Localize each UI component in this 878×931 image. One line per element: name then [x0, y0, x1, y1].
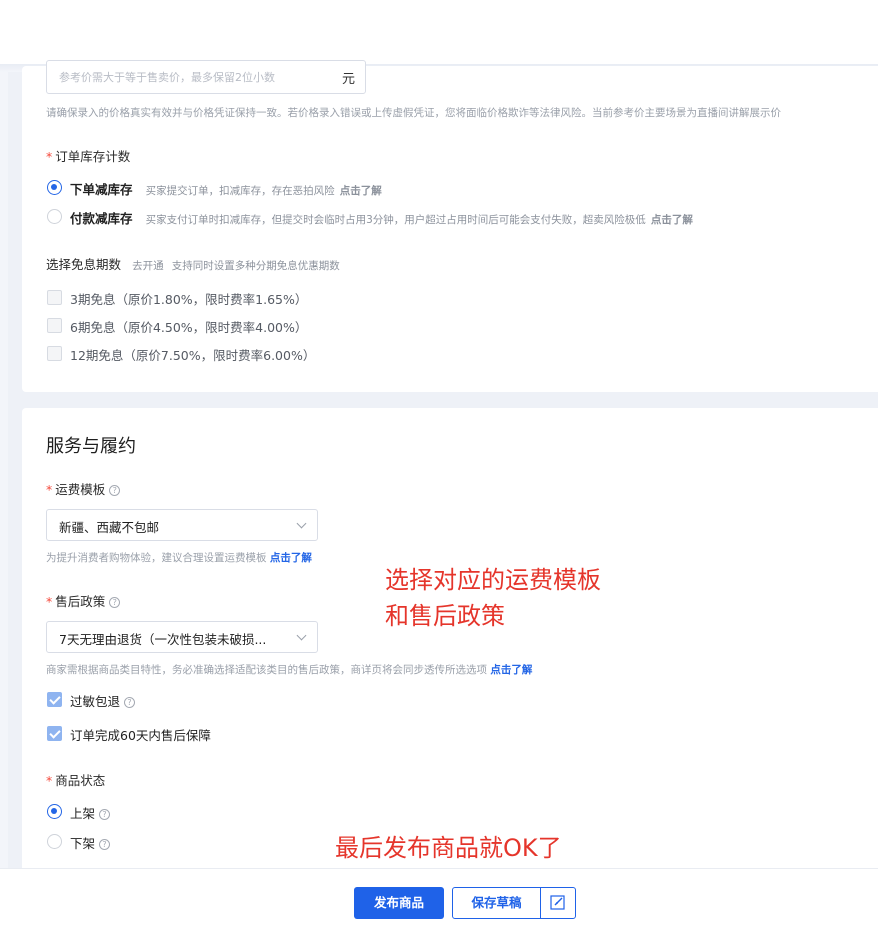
shipping-label-text: 运费模板: [55, 482, 106, 497]
installment-desc: 支持同时设置多种分期免息优惠期数: [171, 260, 340, 272]
installment-option-12: 12期免息（原价7.50%，限时费率6.00%）: [70, 348, 316, 363]
stock-option-payment: 付款减库存 买家支付订单时扣减库存，但提交时会临时占用3分钟，用户超过占用时间后…: [70, 208, 693, 227]
aftersale-60days-option: 订单完成60天内售后保障: [70, 728, 211, 743]
annotation-line3: 最后发布商品就OK了: [335, 834, 562, 862]
status-off-shelf-text: 下架: [70, 836, 96, 851]
enable-installment-link[interactable]: 去开通: [132, 260, 164, 272]
required-star: *: [46, 149, 53, 164]
stock-option-desc: 买家支付订单时扣减库存，但提交时会临时占用3分钟，用户超过占用时间后可能会支付失…: [145, 214, 646, 226]
installment-option-3: 3期免息（原价1.80%，限时费率1.65%）: [70, 292, 308, 307]
aftersale-60days-checkbox[interactable]: [47, 726, 62, 741]
stock-radio-payment[interactable]: [47, 209, 62, 224]
installment-option-6: 6期免息（原价4.50%，限时费率4.00%）: [70, 320, 308, 335]
edit-draft-button[interactable]: [541, 888, 575, 918]
aftersale-label: * 售后政策?: [46, 591, 121, 610]
chevron-down-icon: [296, 518, 307, 529]
aftersale-policy-select[interactable]: 7天无理由退货（一次性包装未破损...: [46, 621, 318, 653]
status-label: * 商品状态: [46, 770, 105, 789]
help-icon[interactable]: ?: [99, 839, 111, 850]
stock-label-text: 订单库存计数: [55, 149, 131, 164]
learn-more-link[interactable]: 点击了解: [270, 552, 312, 564]
aftersale-hint-text: 商家需根据商品类目特性，务必准确选择适配该类目的售后政策，商详页将会同步透传所选…: [46, 664, 487, 676]
reference-price-input[interactable]: 参考价需大于等于售卖价，最多保留2位小数 元: [46, 60, 366, 94]
status-on-shelf-text: 上架: [70, 806, 96, 821]
pricing-card: 参考价需大于等于售卖价，最多保留2位小数 元 请确保录入的价格真实有效并与价格凭…: [22, 60, 878, 392]
status-label-text: 商品状态: [55, 773, 106, 788]
installment-checkbox-12[interactable]: [47, 346, 62, 361]
shipping-label: * 运费模板?: [46, 479, 121, 498]
save-draft-button[interactable]: 保存草稿: [453, 888, 541, 918]
section-title: 服务与履约: [46, 436, 136, 457]
help-icon[interactable]: ?: [109, 597, 121, 608]
price-hint: 请确保录入的价格真实有效并与价格凭证保持一致。若价格录入错误或上传虚假凭证，您将…: [46, 107, 781, 119]
learn-more-link[interactable]: 点击了解: [490, 664, 532, 676]
publish-button[interactable]: 发布商品: [354, 887, 444, 919]
aftersale-label-text: 售后政策: [55, 594, 106, 609]
stock-option-title: 下单减库存: [70, 182, 133, 197]
help-icon[interactable]: ?: [109, 485, 121, 496]
allergy-refund-checkbox[interactable]: [47, 692, 62, 707]
allergy-refund-text: 过敏包退: [70, 694, 121, 709]
learn-more-link[interactable]: 点击了解: [340, 185, 382, 197]
installment-label: 选择免息期数: [46, 257, 122, 272]
stock-option-order: 下单减库存 买家提交订单，扣减库存，存在恶拍风险 点击了解: [70, 179, 382, 198]
aftersale-hint: 商家需根据商品类目特性，务必准确选择适配该类目的售后政策，商详页将会同步透传所选…: [46, 662, 532, 677]
service-card: 服务与履约 * 运费模板? 新疆、西藏不包邮 为提升消费者购物体验，建议合理设置运…: [22, 408, 878, 878]
required-star: *: [46, 482, 53, 497]
price-placeholder: 参考价需大于等于售卖价，最多保留2位小数: [59, 71, 275, 84]
learn-more-link[interactable]: 点击了解: [651, 214, 693, 226]
chevron-down-icon: [296, 630, 307, 641]
status-option-on-shelf: 上架?: [70, 803, 111, 822]
shipping-template-value: 新疆、西藏不包邮: [59, 520, 160, 535]
draft-button-group: 保存草稿: [452, 887, 576, 919]
shipping-hint: 为提升消费者购物体验，建议合理设置运费模板 点击了解: [46, 550, 312, 565]
annotation-line1: 选择对应的运费模板: [385, 566, 601, 594]
installment-checkbox-3[interactable]: [47, 290, 62, 305]
installment-checkbox-6[interactable]: [47, 318, 62, 333]
aftersale-policy-value: 7天无理由退货（一次性包装未破损...: [59, 632, 267, 647]
stock-option-title: 付款减库存: [70, 211, 133, 226]
top-bar-area: [0, 0, 878, 64]
help-icon[interactable]: ?: [99, 809, 111, 820]
required-star: *: [46, 594, 53, 609]
shipping-hint-text: 为提升消费者购物体验，建议合理设置运费模板: [46, 552, 267, 564]
stock-label: * 订单库存计数: [46, 146, 130, 165]
status-radio-off-shelf[interactable]: [47, 834, 62, 849]
price-unit: 元: [341, 72, 355, 87]
annotation-line2: 和售后政策: [385, 602, 505, 630]
status-radio-on-shelf[interactable]: [47, 804, 62, 819]
footer-bar: 发布商品 保存草稿: [0, 868, 878, 931]
left-gutter: [0, 72, 8, 868]
shipping-template-select[interactable]: 新疆、西藏不包邮: [46, 509, 318, 541]
installment-header: 选择免息期数 去开通 支持同时设置多种分期免息优惠期数: [46, 254, 340, 273]
required-star: *: [46, 773, 53, 788]
help-icon[interactable]: ?: [124, 697, 136, 708]
edit-icon: [550, 895, 565, 910]
stock-option-desc: 买家提交订单，扣减库存，存在恶拍风险: [145, 185, 335, 197]
status-option-off-shelf: 下架?: [70, 833, 111, 852]
allergy-refund-option: 过敏包退?: [70, 691, 136, 710]
stock-radio-order[interactable]: [47, 180, 62, 195]
